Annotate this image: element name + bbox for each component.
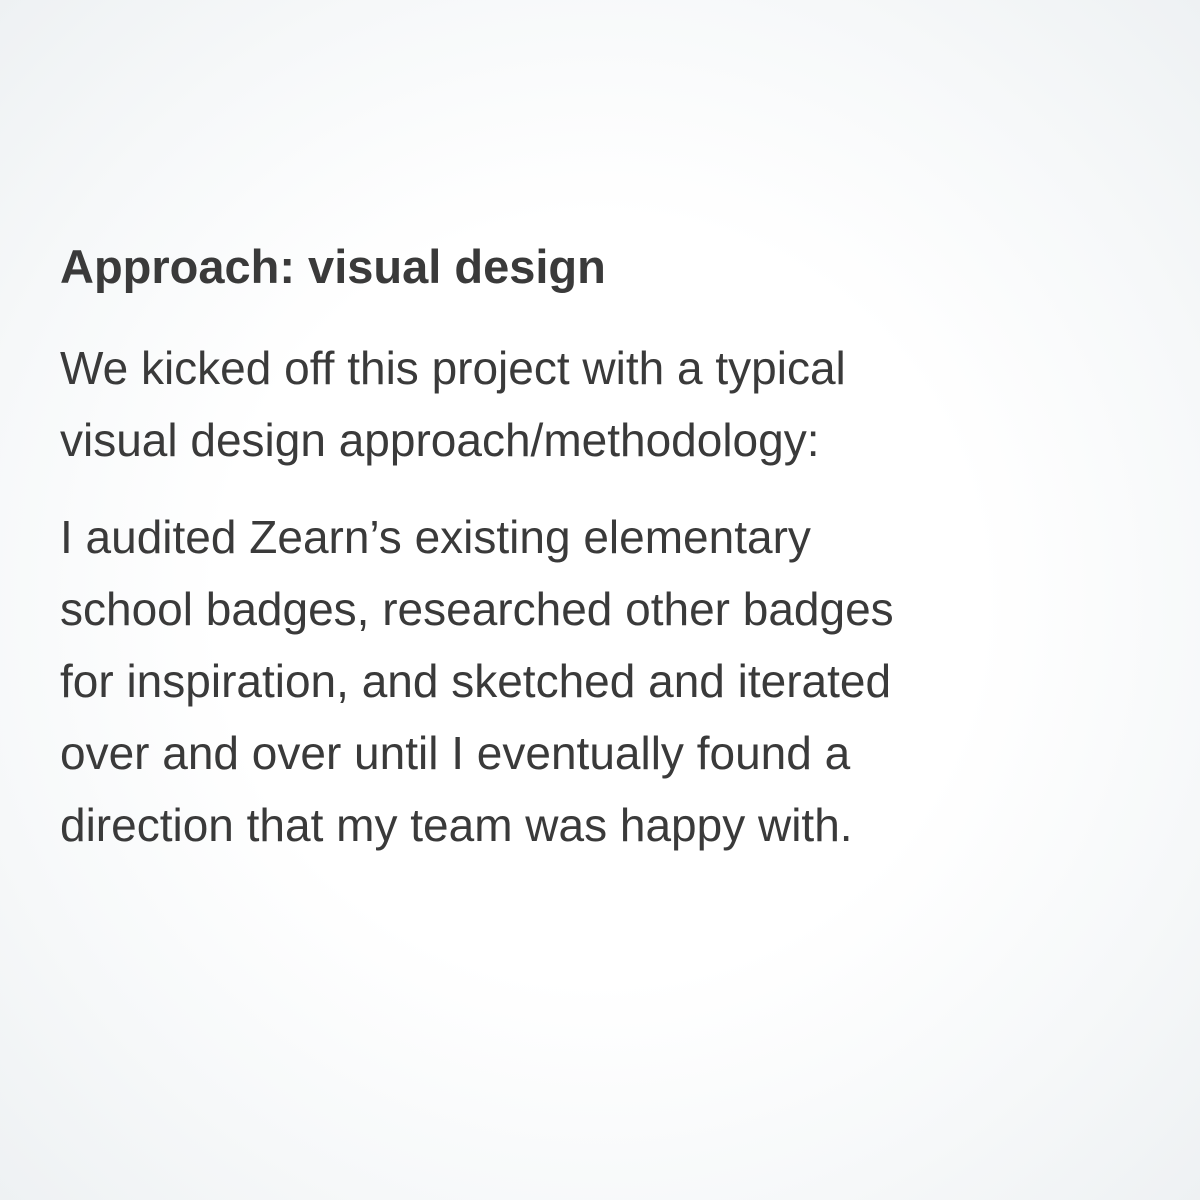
paragraph-line: We kicked off this project with a typica…	[60, 342, 846, 394]
paragraph-line: for inspiration, and sketched and iterat…	[60, 655, 892, 707]
section-heading: Approach: visual design	[60, 240, 606, 293]
paragraph-line: visual design approach/methodology:	[60, 414, 820, 466]
paragraph-line: I audited Zearn’s existing elementary	[60, 511, 811, 563]
intro-paragraph: We kicked off this project with a typica…	[60, 332, 846, 476]
process-paragraph: I audited Zearn’s existing elementary sc…	[60, 501, 894, 861]
paragraph-line: over and over until I eventually found a	[60, 727, 851, 779]
paragraph-line: school badges, researched other badges	[60, 583, 894, 635]
paragraph-line: direction that my team was happy with.	[60, 799, 853, 851]
